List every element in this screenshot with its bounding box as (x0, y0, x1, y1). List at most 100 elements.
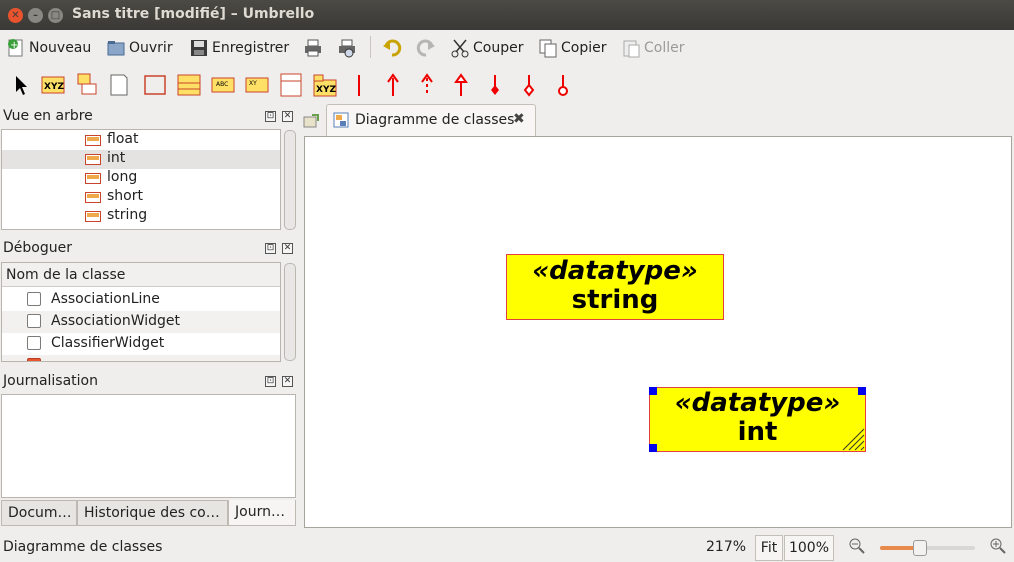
containment-icon (558, 75, 568, 96)
new-tab-icon[interactable] (302, 113, 320, 131)
datatype-widget-string[interactable]: «datatype» string (506, 254, 724, 320)
title-bar: ✕ – □ Sans titre [modifié] – Umbrello (0, 0, 1014, 30)
class-diagram-icon (333, 112, 349, 132)
zoom-out-icon[interactable] (849, 538, 865, 558)
class-tool[interactable]: XYZ (40, 72, 66, 98)
containment-tool[interactable] (550, 72, 576, 98)
tree-item[interactable]: int (2, 150, 280, 169)
float-panel-icon[interactable]: ⊡ (265, 376, 276, 387)
float-panel-icon[interactable]: ⊡ (265, 243, 276, 254)
tree-item[interactable]: string (2, 207, 280, 226)
maximize-window-button[interactable]: □ (48, 8, 63, 23)
print-button[interactable] (303, 36, 323, 60)
tab-class-diagram[interactable]: Diagramme de classes ✖ (326, 104, 536, 136)
close-panel-icon[interactable]: ✕ (282, 376, 293, 387)
datatype-name: string (571, 285, 659, 315)
tree-item[interactable]: long (2, 169, 280, 188)
generalization-tool[interactable] (448, 72, 474, 98)
datatype-widget-int[interactable]: «datatype» int (649, 387, 866, 452)
new-document-icon: + (6, 38, 26, 58)
aggregation-tool[interactable] (516, 72, 542, 98)
stereotype-label: «datatype» (532, 256, 698, 286)
tree-scrollbar[interactable] (284, 130, 296, 230)
fit-button[interactable]: Fit (755, 535, 783, 561)
tree-view-title: Vue en arbre (3, 108, 93, 124)
tab-command-history[interactable]: Historique des co… (77, 500, 228, 526)
debug-scrollbar[interactable] (284, 263, 296, 361)
checkbox[interactable] (27, 292, 41, 306)
resize-grip-icon[interactable] (837, 423, 865, 451)
selection-handle[interactable] (649, 444, 657, 452)
interface-icon (177, 74, 201, 96)
tree-view[interactable]: float int long short string (1, 129, 281, 230)
zoom-slider[interactable] (880, 540, 975, 556)
list-item[interactable]: ClassifierWidget (2, 333, 280, 355)
arrow-up-icon (387, 73, 399, 96)
selection-handle[interactable] (858, 387, 866, 395)
column-header[interactable]: Nom de la classe (2, 263, 280, 287)
stereotype-label: «datatype» (674, 388, 841, 418)
paste-button[interactable]: Coller (621, 36, 685, 60)
open-button[interactable]: Ouvrir (106, 36, 173, 60)
close-tab-icon[interactable]: ✖ (513, 111, 525, 127)
close-window-button[interactable]: ✕ (8, 8, 23, 23)
main-toolbar: + Nouveau Ouvrir Enregistrer Couper Copi… (0, 30, 1014, 64)
datatype-icon (85, 211, 101, 222)
diagram-canvas[interactable]: «datatype» string «datatype» int (304, 136, 1012, 528)
cut-button[interactable]: Couper (450, 36, 523, 60)
dependency-tool[interactable] (414, 72, 440, 98)
svg-text:+: + (10, 40, 18, 51)
entity-tool[interactable] (278, 72, 304, 98)
minimize-window-button[interactable]: – (28, 8, 43, 23)
enum-tool[interactable]: XY (244, 72, 270, 98)
copy-label: Copier (561, 40, 607, 56)
tab-documentation[interactable]: Docum… (1, 500, 77, 526)
save-button[interactable]: Enregistrer (189, 36, 289, 60)
arrow-pointer-icon (16, 76, 27, 95)
template-class-tool[interactable]: XYZ (312, 72, 338, 98)
copy-button[interactable]: Copier (538, 36, 607, 60)
print-preview-button[interactable] (337, 36, 357, 60)
checkbox-checked[interactable] (27, 358, 41, 361)
box-tool[interactable] (142, 72, 168, 98)
undo-icon (382, 38, 402, 58)
select-tool[interactable] (8, 72, 34, 98)
package-tool[interactable] (74, 72, 100, 98)
close-panel-icon[interactable]: ✕ (282, 243, 293, 254)
tree-item[interactable]: short (2, 188, 280, 207)
checkbox[interactable] (27, 336, 41, 350)
debug-class-list[interactable]: Nom de la classe AssociationLine Associa… (1, 262, 281, 362)
log-view[interactable] (1, 394, 296, 498)
zoom-slider-handle[interactable] (913, 540, 927, 556)
redo-button[interactable] (416, 36, 436, 60)
note-tool[interactable] (106, 72, 132, 98)
selection-handle[interactable] (649, 387, 657, 395)
box-icon (144, 75, 166, 95)
directional-association-tool[interactable] (380, 72, 406, 98)
tree-item[interactable]: float (2, 131, 280, 150)
association-tool[interactable] (346, 72, 372, 98)
diagram-tools-toolbar: XYZ ABC XY XYZ (0, 68, 600, 102)
new-label: Nouveau (29, 40, 92, 56)
zoom-in-icon[interactable] (990, 538, 1006, 558)
tab-log[interactable]: Journ… (228, 500, 296, 526)
close-panel-icon[interactable]: ✕ (282, 111, 293, 122)
aggregation-icon (523, 75, 535, 97)
paste-label: Coller (644, 40, 685, 56)
undo-button[interactable] (382, 36, 402, 60)
checkbox[interactable] (27, 314, 41, 328)
redo-icon (416, 38, 436, 58)
datatype-icon (85, 173, 101, 184)
composition-tool[interactable] (482, 72, 508, 98)
reset-zoom-button[interactable]: 100% (784, 535, 834, 561)
datatype-tool[interactable]: ABC (210, 72, 236, 98)
svg-text:ABC: ABC (216, 81, 228, 88)
template-class-icon: XYZ (313, 74, 337, 97)
list-item[interactable]: AssociationLine (2, 289, 280, 311)
new-button[interactable]: + Nouveau (6, 36, 91, 60)
save-icon (189, 38, 209, 58)
list-item[interactable]: AssociationWidget (2, 311, 280, 333)
interface-tool[interactable] (176, 72, 202, 98)
float-panel-icon[interactable]: ⊡ (265, 111, 276, 122)
class-icon: XYZ (41, 76, 65, 94)
